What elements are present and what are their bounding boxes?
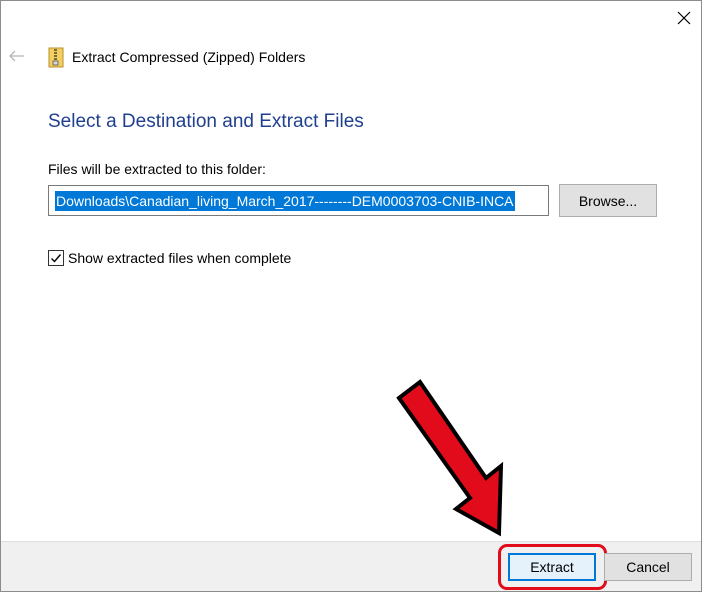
window-title: Extract Compressed (Zipped) Folders	[72, 49, 306, 65]
back-arrow-icon	[9, 50, 24, 62]
dialog-footer	[1, 541, 701, 591]
show-files-label[interactable]: Show extracted files when complete	[68, 250, 291, 266]
destination-label: Files will be extracted to this folder:	[48, 161, 266, 177]
checkmark-icon	[51, 254, 62, 263]
back-button[interactable]	[3, 41, 31, 71]
extract-dialog: Extract Compressed (Zipped) Folders Sele…	[0, 0, 702, 592]
red-arrow-icon	[396, 379, 504, 537]
page-heading: Select a Destination and Extract Files	[48, 111, 364, 132]
cancel-button[interactable]: Cancel	[604, 553, 692, 581]
close-button[interactable]	[665, 1, 701, 35]
close-icon	[677, 11, 691, 25]
destination-path-value: Downloads\Canadian_living_March_2017----…	[55, 190, 515, 211]
browse-button[interactable]: Browse...	[559, 184, 657, 217]
zip-folder-icon	[48, 47, 64, 68]
show-files-checkbox[interactable]	[48, 250, 64, 266]
extract-button[interactable]: Extract	[508, 553, 596, 581]
destination-path-input[interactable]: Downloads\Canadian_living_March_2017----…	[48, 185, 549, 216]
